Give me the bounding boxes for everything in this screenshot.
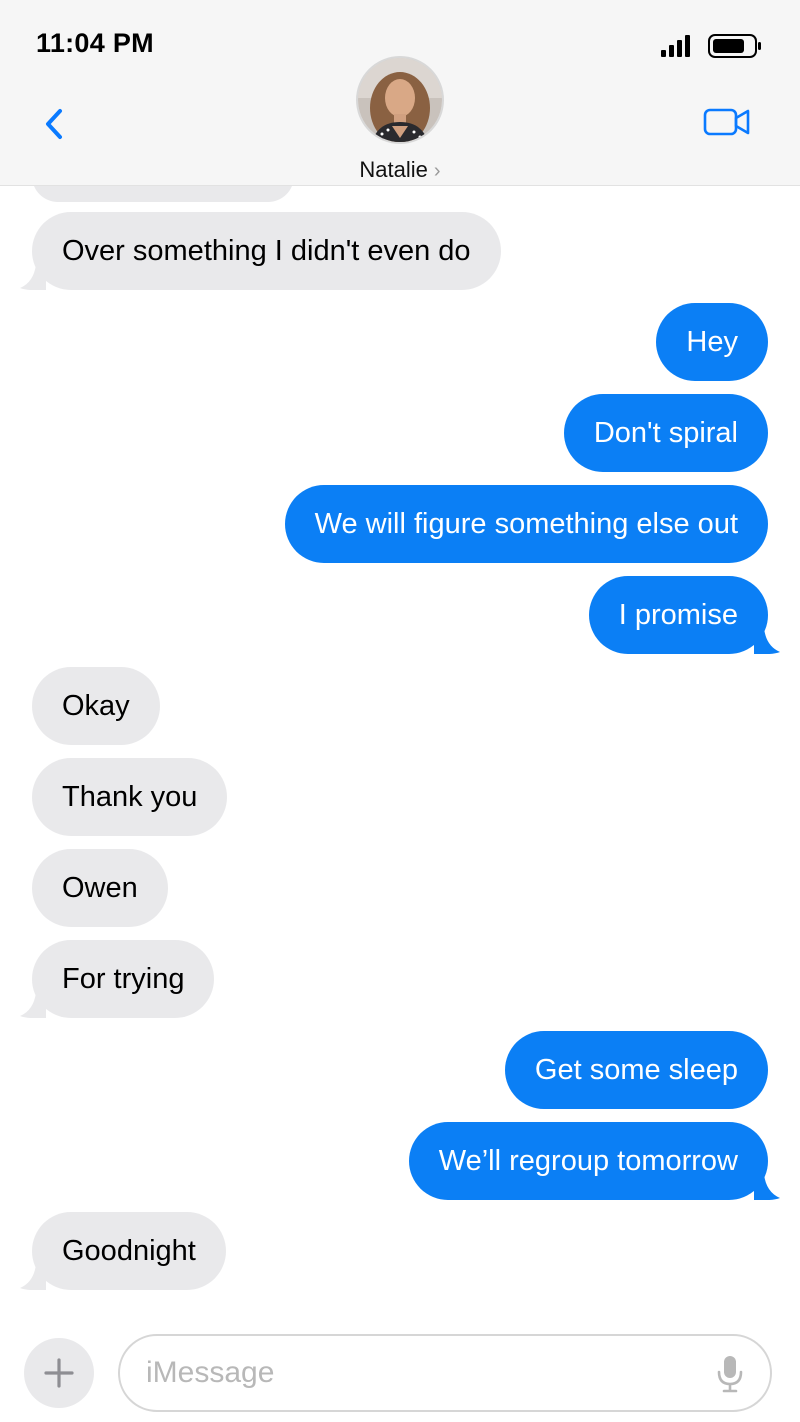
conversation-header: 11:04 PM Natalie › (0, 0, 800, 186)
message-bubble-incoming[interactable]: Owen (32, 849, 168, 927)
message-input-placeholder: iMessage (146, 1356, 275, 1389)
partial-message-bubble[interactable] (32, 186, 294, 202)
bubble-tail (754, 628, 780, 654)
message-bubble-incoming[interactable]: For trying (32, 940, 215, 1018)
message-bubble-incoming[interactable]: Over something I didn't even do (32, 212, 501, 290)
contact-photo (358, 58, 442, 142)
plus-icon (44, 1358, 74, 1388)
message-bubble-incoming[interactable]: Goodnight (32, 1212, 226, 1290)
bubble-tail (20, 992, 46, 1018)
message-bubble-outgoing[interactable]: I promise (588, 576, 768, 654)
composer-bar: iMessage (0, 1310, 800, 1422)
message-bubble-outgoing[interactable]: Don't spiral (563, 394, 768, 472)
message-bubble-outgoing[interactable]: Get some sleep (504, 1031, 768, 1109)
message-bubble-outgoing[interactable]: We will figure something else out (284, 485, 768, 563)
avatar[interactable] (356, 56, 444, 144)
message-bubble-incoming[interactable]: Okay (32, 667, 160, 745)
contact-name: Natalie (359, 157, 428, 182)
contact-name-button[interactable]: Natalie › (0, 157, 800, 183)
message-bubble-incoming[interactable]: Thank you (32, 758, 228, 836)
microphone-icon[interactable] (716, 1354, 744, 1394)
message-bubble-outgoing[interactable]: We’ll regroup tomorrow (408, 1122, 768, 1200)
signal-bars-icon (661, 35, 690, 57)
video-camera-icon[interactable] (702, 104, 752, 140)
battery-icon (708, 34, 761, 58)
bubble-tail (754, 1174, 780, 1200)
chevron-right-icon: › (433, 160, 441, 182)
status-time: 11:04 PM (36, 28, 154, 58)
message-bubble-outgoing[interactable]: Hey (656, 303, 768, 381)
add-attachment-button[interactable] (24, 1338, 94, 1408)
bubble-tail (20, 264, 46, 290)
message-input[interactable]: iMessage (118, 1334, 772, 1412)
message-thread[interactable]: Over something I didn't even do Hey Don'… (0, 186, 800, 1310)
chevron-left-icon[interactable] (40, 104, 70, 144)
bubble-tail (20, 1264, 46, 1290)
